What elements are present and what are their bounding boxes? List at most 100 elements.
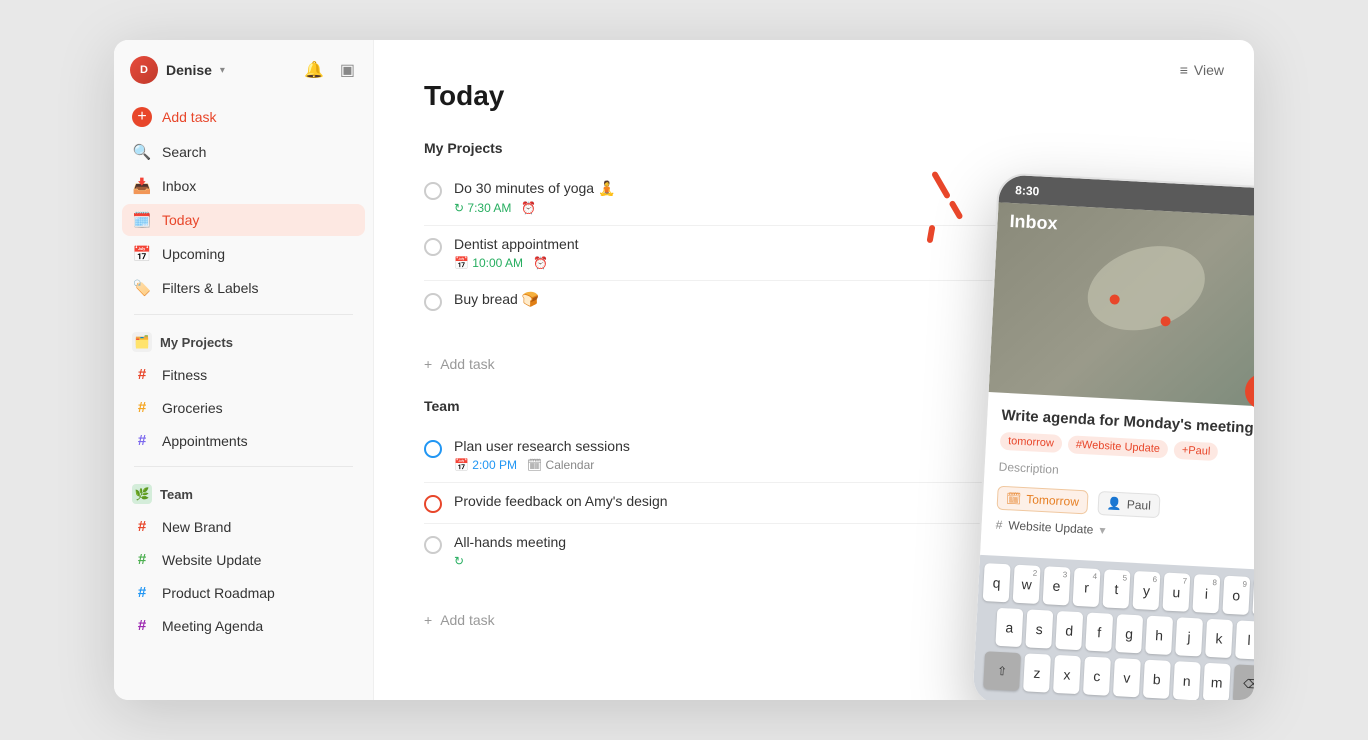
add-task-button[interactable]: + Add task (122, 100, 365, 134)
phone-inbox-label: Inbox (1009, 211, 1058, 234)
key-v[interactable]: v (1113, 658, 1141, 697)
key-r[interactable]: r4 (1073, 568, 1101, 607)
phone-project-label: Website Update (1008, 518, 1094, 536)
task-checkbox[interactable] (424, 182, 442, 200)
key-p[interactable]: p0 (1252, 577, 1254, 616)
sidebar-item-website-update[interactable]: # Website Update (122, 544, 365, 575)
phone-date-button[interactable]: 🗓 Tomorrow (997, 486, 1089, 515)
sidebar-item-upcoming[interactable]: 📅 Upcoming (122, 238, 365, 270)
key-j[interactable]: j (1175, 617, 1203, 656)
team-icon: 🌿 (132, 484, 152, 504)
sidebar-item-label: Meeting Agenda (162, 618, 263, 634)
sidebar-item-groceries[interactable]: # Groceries (122, 392, 365, 423)
sidebar-item-label: Groceries (162, 400, 223, 416)
key-e[interactable]: e3 (1043, 566, 1071, 605)
alarm-icon: ⏰ (533, 256, 548, 270)
key-b[interactable]: b (1143, 660, 1171, 699)
calendar-label: 🗓 Calendar (527, 458, 594, 472)
key-a[interactable]: a (995, 608, 1023, 647)
sidebar-item-label: New Brand (162, 519, 231, 535)
key-z[interactable]: z (1023, 653, 1051, 692)
divider (134, 314, 353, 315)
task-checkbox[interactable] (424, 495, 442, 513)
page-title: Today (424, 80, 1204, 112)
phone-tags: tomorrow #Website Update +Paul (1000, 432, 1254, 465)
upcoming-icon: 📅 (132, 245, 152, 263)
team-header[interactable]: 🌿 Team (122, 477, 365, 511)
key-m[interactable]: m (1203, 663, 1231, 700)
layout-icon[interactable]: ▣ (338, 58, 357, 82)
key-w[interactable]: w2 (1013, 565, 1041, 604)
key-u[interactable]: u7 (1162, 573, 1190, 612)
sidebar-item-product-roadmap[interactable]: # Product Roadmap (122, 577, 365, 608)
sidebar-item-filters[interactable]: 🏷️ Filters & Labels (122, 272, 365, 304)
phone-project-row: # Website Update ▾ (995, 518, 1254, 547)
key-n[interactable]: n (1173, 661, 1201, 700)
phone-content: Write agenda for Monday's meeting tomorr… (980, 392, 1254, 571)
task-checkbox[interactable] (424, 238, 442, 256)
sidebar-nav: + Add task 🔍 Search 📥 Inbox 🗓️ Today 📅 U… (114, 100, 373, 643)
key-x[interactable]: x (1053, 655, 1081, 694)
sidebar-item-label: Fitness (162, 367, 207, 383)
calendar-icon: 🗓 (1006, 491, 1022, 506)
hash-icon: # (132, 617, 152, 634)
task-checkbox[interactable] (424, 293, 442, 311)
hash-icon: # (132, 399, 152, 416)
key-k[interactable]: k (1205, 619, 1233, 658)
sidebar-item-meeting-agenda[interactable]: # Meeting Agenda (122, 610, 365, 641)
sidebar-item-inbox[interactable]: 📥 Inbox (122, 170, 365, 202)
key-l[interactable]: l (1235, 620, 1254, 659)
sidebar-item-label: Today (162, 212, 199, 228)
view-button[interactable]: ≡ View (1180, 62, 1224, 78)
map-dot (1110, 294, 1121, 305)
key-backspace[interactable]: ⌫ (1233, 664, 1254, 700)
phone-mockup: 8:30 ▲ ▉ Inbox ⋮ Write agenda for Monday… (970, 172, 1254, 700)
task-checkbox[interactable] (424, 536, 442, 554)
key-shift[interactable]: ⇧ (983, 651, 1021, 691)
my-projects-header[interactable]: 🗂️ My Projects (122, 325, 365, 359)
key-i[interactable]: i8 (1192, 574, 1220, 613)
phone-date-label: Tomorrow (1026, 492, 1079, 509)
key-y[interactable]: y6 (1132, 571, 1160, 610)
hash-icon: # (132, 584, 152, 601)
key-s[interactable]: s (1025, 609, 1053, 648)
user-name: Denise (166, 62, 212, 78)
chevron-down-icon: ▾ (220, 65, 225, 76)
key-f[interactable]: f (1085, 613, 1113, 652)
sidebar: D Denise ▾ 🔔 ▣ + Add task 🔍 Search 📥 Inb (114, 40, 374, 700)
user-menu[interactable]: D Denise ▾ (130, 56, 225, 84)
inbox-icon: 📥 (132, 177, 152, 195)
sidebar-item-label: Product Roadmap (162, 585, 275, 601)
notification-bell-icon[interactable]: 🔔 (302, 58, 326, 82)
phone-tag-tomorrow: tomorrow (1000, 432, 1063, 453)
key-t[interactable]: t5 (1103, 569, 1131, 608)
phone-description: Description (998, 460, 1254, 489)
sidebar-item-search[interactable]: 🔍 Search (122, 136, 365, 168)
key-g[interactable]: g (1115, 614, 1143, 653)
hash-icon: # (132, 518, 152, 535)
hash-icon: # (132, 366, 152, 383)
plus-icon: + (424, 356, 432, 372)
phone-meta-row: 🗓 Tomorrow 👤 Paul (997, 486, 1254, 525)
filter-icon: ≡ (1180, 62, 1188, 78)
key-h[interactable]: h (1145, 616, 1173, 655)
phone-user-label: Paul (1126, 497, 1151, 512)
key-c[interactable]: c (1083, 656, 1111, 695)
sidebar-header: D Denise ▾ 🔔 ▣ (114, 56, 373, 100)
phone-user-button[interactable]: 👤 Paul (1097, 491, 1160, 518)
key-q[interactable]: q (983, 563, 1011, 602)
sidebar-item-label: Appointments (162, 433, 248, 449)
key-d[interactable]: d (1055, 611, 1083, 650)
keyboard-row-3: ⇧ z x c v b n m ⌫ (977, 651, 1254, 700)
repeat-icon: ↻ (454, 554, 464, 568)
key-o[interactable]: o9 (1222, 576, 1250, 615)
alarm-icon: ⏰ (521, 201, 536, 215)
sidebar-item-new-brand[interactable]: # New Brand (122, 511, 365, 542)
sidebar-item-appointments[interactable]: # Appointments (122, 425, 365, 456)
phone-tag-paul: +Paul (1173, 441, 1218, 461)
my-projects-label: My Projects (160, 335, 233, 350)
sidebar-item-fitness[interactable]: # Fitness (122, 359, 365, 390)
task-checkbox[interactable] (424, 440, 442, 458)
sidebar-item-today[interactable]: 🗓️ Today (122, 204, 365, 236)
plus-icon: + (424, 612, 432, 628)
